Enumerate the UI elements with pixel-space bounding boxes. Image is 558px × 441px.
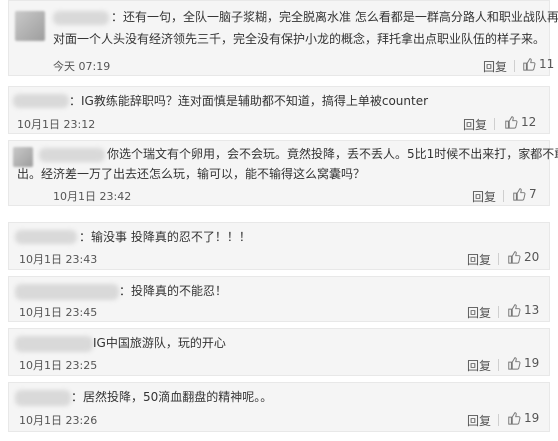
- username[interactable]: [15, 230, 77, 244]
- divider: [494, 118, 495, 130]
- comment-text: 对面一个人头没有经济领先三千，完全没有保护小龙的概念，拜托拿出点职业队伍的样子来…: [53, 32, 546, 46]
- thumbs-up-icon: [513, 188, 526, 201]
- username[interactable]: [15, 284, 119, 300]
- like-count: 12: [521, 115, 537, 129]
- comment-time: 10月1日 23:42: [53, 190, 132, 203]
- reply-button[interactable]: 回复: [472, 188, 496, 205]
- comment-card: ：投降真的不能忍！ 10月1日 23:45 回复 13: [8, 276, 550, 322]
- divider: [503, 190, 504, 202]
- thumbs-up-icon: [523, 58, 536, 71]
- comment-time: 10月1日 23:12: [17, 118, 96, 131]
- avatar[interactable]: [15, 11, 45, 41]
- comment-card: IG中国旅游队，玩的开心 10月1日 23:25 回复 19: [8, 328, 550, 376]
- comment-text: ：投降真的不能忍！: [119, 284, 228, 298]
- comment-card: ：IG教练能辞职吗？连对面慎是辅助都不知道，搞得上单被counter 10月1日…: [8, 86, 550, 134]
- like-count: 11: [539, 57, 555, 71]
- divider: [498, 253, 499, 265]
- comment-text: ：输没事 投降真的忍不了！！！: [79, 230, 251, 244]
- comment-text: 出。经济差一万了出去还怎么玩，输可以，能不输得这么窝囊吗？: [17, 167, 366, 181]
- thumbs-up-icon: [508, 304, 521, 317]
- username[interactable]: [53, 11, 109, 25]
- reply-button[interactable]: 回复: [467, 357, 491, 374]
- thumbs-up-icon: [505, 116, 518, 129]
- thumbs-up-icon: [508, 251, 521, 264]
- like-button[interactable]: 19: [507, 411, 539, 425]
- comment-card: 你选个瑞文有个卵用，会不会玩。竟然投降，丢不丢人。5比1时候不出来打，家都不敢 …: [8, 140, 558, 206]
- like-button[interactable]: 11: [522, 57, 554, 71]
- reply-button[interactable]: 回复: [467, 412, 491, 429]
- comment-card: ：居然投降，50滴血翻盘的精神呢。。 10月1日 23:26 回复 19: [8, 382, 550, 432]
- like-count: 19: [524, 411, 540, 425]
- comment-text: 你选个瑞文有个卵用，会不会玩。竟然投降，丢不丢人。5比1时候不出来打，家都不敢: [107, 147, 558, 161]
- comment-text: ：居然投降，50滴血翻盘的精神呢。。: [71, 390, 273, 404]
- divider: [498, 414, 499, 426]
- reply-button[interactable]: 回复: [467, 251, 491, 268]
- comment-text: ：IG教练能辞职吗？连对面慎是辅助都不知道，搞得上单被counter: [69, 94, 429, 108]
- thumbs-up-icon: [508, 357, 521, 370]
- like-button[interactable]: 7: [512, 187, 537, 201]
- username[interactable]: [15, 336, 93, 352]
- comment-time: 10月1日 23:45: [19, 306, 98, 319]
- divider: [498, 359, 499, 371]
- comment-time: 10月1日 23:43: [19, 253, 98, 266]
- comment-card: ：输没事 投降真的忍不了！！！ 10月1日 23:43 回复 20: [8, 222, 550, 270]
- comment-text: IG中国旅游队，玩的开心: [93, 336, 226, 350]
- like-count: 20: [524, 250, 540, 264]
- reply-button[interactable]: 回复: [463, 116, 487, 133]
- comment-time: 10月1日 23:26: [19, 414, 98, 427]
- like-count: 13: [524, 303, 540, 317]
- thumbs-up-icon: [508, 412, 521, 425]
- username[interactable]: [15, 390, 71, 406]
- comment-time: 今天 07:19: [53, 60, 111, 73]
- comment-time: 10月1日 23:25: [19, 359, 98, 372]
- like-count: 19: [524, 356, 540, 370]
- like-button[interactable]: 12: [504, 115, 536, 129]
- username[interactable]: [39, 148, 105, 162]
- like-button[interactable]: 20: [507, 250, 539, 264]
- divider: [514, 60, 515, 72]
- reply-button[interactable]: 回复: [483, 58, 507, 75]
- username[interactable]: [13, 94, 69, 108]
- like-count: 7: [529, 187, 537, 201]
- reply-button[interactable]: 回复: [467, 304, 491, 321]
- like-button[interactable]: 13: [507, 303, 539, 317]
- comment-text: ：还有一句，全队一脑子浆糊，完全脱离水准 怎么看都是一群高分路人和职业战队再打，: [111, 10, 558, 24]
- comment-card: ：还有一句，全队一脑子浆糊，完全脱离水准 怎么看都是一群高分路人和职业战队再打，…: [8, 0, 558, 76]
- like-button[interactable]: 19: [507, 356, 539, 370]
- divider: [498, 306, 499, 318]
